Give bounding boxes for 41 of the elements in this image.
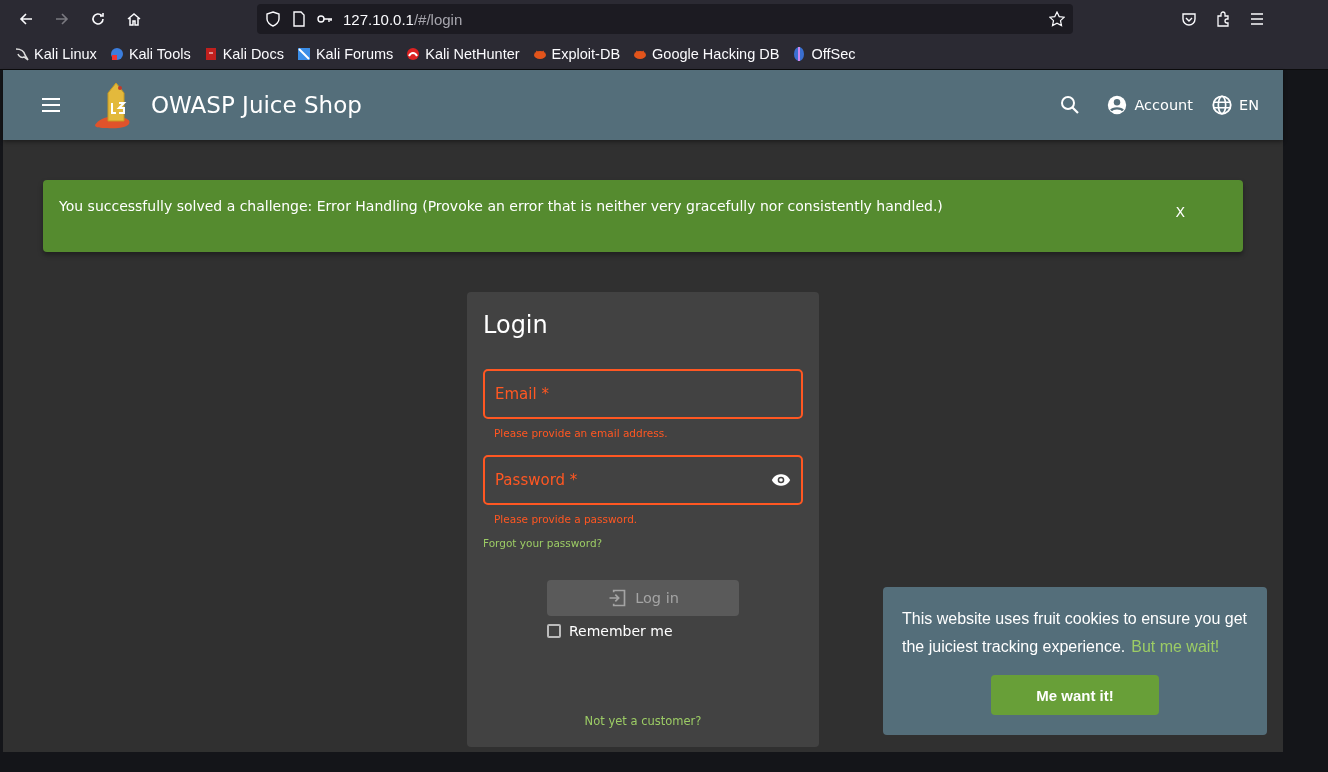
- shield-icon: [265, 11, 281, 27]
- bookmark-link[interactable]: OffSec: [791, 45, 856, 62]
- star-icon[interactable]: [1049, 11, 1065, 27]
- url-text: 127.10.0.1/#/login: [343, 10, 463, 28]
- globe-icon: [1211, 94, 1233, 116]
- back-arrow-icon[interactable]: [18, 11, 34, 27]
- error-message: Please provide an email address.: [494, 427, 669, 441]
- bookmark-icon: [14, 45, 30, 62]
- bookmark-link[interactable]: Kali Linux: [14, 45, 97, 62]
- user-icon: [1106, 94, 1129, 116]
- bookmark-icon: [108, 45, 125, 62]
- checkbox[interactable]: [547, 624, 561, 638]
- bookmark-link[interactable]: Kali Tools: [108, 45, 191, 62]
- bookmark-icon: [295, 45, 312, 62]
- home-icon[interactable]: [126, 11, 142, 27]
- bookmark-link[interactable]: Kali Docs: [202, 45, 284, 62]
- pocket-icon[interactable]: [1181, 11, 1197, 27]
- bookmark-icon: [405, 45, 422, 62]
- login-icon: [607, 588, 628, 608]
- login-title: Login: [483, 311, 549, 339]
- register-link[interactable]: Not yet a customer?: [584, 714, 702, 728]
- cookie-message: This website uses fruit cookies to ensure you get the juiciest tracking experience. But me wait!: [902, 609, 1248, 657]
- account-button[interactable]: Account: [1106, 94, 1193, 116]
- email-field[interactable]: Email *: [483, 369, 803, 419]
- reload-icon[interactable]: [90, 11, 106, 27]
- address-bar[interactable]: 127.10.0.1/#/login: [257, 4, 1073, 34]
- bookmark-link[interactable]: Exploit-DB: [531, 45, 621, 62]
- close-button[interactable]: X: [1175, 204, 1185, 220]
- bookmark-link[interactable]: Google Hacking DB: [632, 45, 780, 62]
- language-button[interactable]: EN: [1211, 94, 1259, 116]
- snackbar-message: You successfully solved a challenge: Error Handling (Provoke an error that is neither very gracefully nor consistently handled.): [59, 198, 944, 214]
- error-message: Please provide a password.: [494, 513, 639, 527]
- remember-me-checkbox[interactable]: Remember me: [547, 623, 673, 639]
- app-title: OWASP Juice Shop: [151, 92, 362, 118]
- bookmark-link[interactable]: Kali Forums: [295, 45, 394, 62]
- menu-icon[interactable]: [1249, 11, 1265, 27]
- forgot-password-link[interactable]: Forgot your password?: [483, 537, 603, 549]
- bookmark-link[interactable]: Kali NetHunter: [405, 45, 520, 62]
- puzzle-icon[interactable]: [1215, 11, 1231, 27]
- page-icon: [291, 11, 307, 27]
- password-field[interactable]: Password *: [483, 455, 803, 505]
